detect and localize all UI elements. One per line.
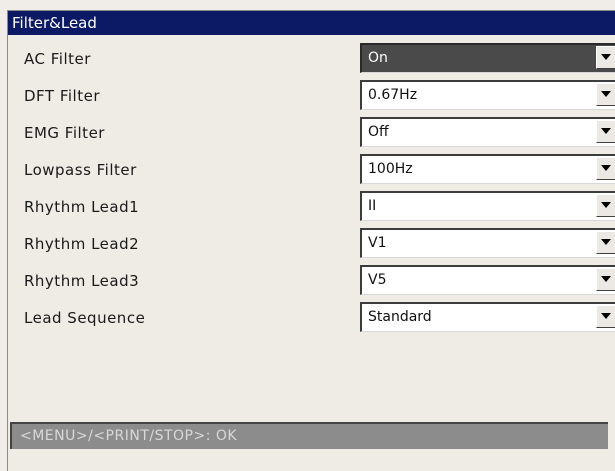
- select-value: II: [368, 198, 377, 214]
- select-value: Standard: [368, 309, 432, 325]
- select-value: V5: [368, 272, 387, 288]
- rhythm-lead1-select[interactable]: II: [360, 191, 615, 221]
- status-text: <MENU>/<PRINT/STOP>: OK: [20, 428, 238, 444]
- setting-label: Rhythm Lead1: [24, 198, 140, 216]
- triangle-down-icon: [601, 276, 611, 282]
- rhythm-lead2-select[interactable]: V1: [360, 228, 615, 258]
- setting-label: Lead Sequence: [24, 309, 146, 327]
- triangle-down-icon: [601, 128, 611, 134]
- setting-row-lowpass-filter: Lowpass Filter 100Hz: [8, 151, 615, 188]
- setting-row-lead-sequence: Lead Sequence Standard: [8, 299, 615, 336]
- setting-row-dft-filter: DFT Filter 0.67Hz: [8, 77, 615, 114]
- select-value: On: [368, 50, 388, 66]
- triangle-down-icon: [601, 239, 611, 245]
- select-value: Off: [368, 124, 389, 140]
- setting-row-emg-filter: EMG Filter Off: [8, 114, 615, 151]
- select-value: 0.67Hz: [368, 87, 418, 103]
- window-title: Filter&Lead: [8, 11, 615, 35]
- select-value: V1: [368, 235, 387, 251]
- triangle-down-icon: [601, 165, 611, 171]
- triangle-down-icon: [601, 54, 611, 60]
- status-bar: <MENU>/<PRINT/STOP>: OK: [10, 422, 608, 449]
- lead-sequence-select[interactable]: Standard: [360, 302, 615, 332]
- dropdown-button[interactable]: [596, 83, 615, 106]
- setting-label: AC Filter: [24, 50, 91, 68]
- setting-row-ac-filter: AC Filter On: [8, 40, 615, 77]
- lowpass-filter-select[interactable]: 100Hz: [360, 154, 615, 184]
- filter-lead-window: Filter&Lead AC Filter On DFT Filter 0.67…: [7, 10, 615, 471]
- setting-label: Lowpass Filter: [24, 161, 137, 179]
- setting-label: DFT Filter: [24, 87, 100, 105]
- rhythm-lead3-select[interactable]: V5: [360, 265, 615, 295]
- triangle-down-icon: [601, 202, 611, 208]
- dropdown-button[interactable]: [596, 231, 615, 254]
- ac-filter-select[interactable]: On: [360, 43, 615, 73]
- setting-label: Rhythm Lead2: [24, 235, 140, 253]
- dropdown-button[interactable]: [596, 46, 615, 69]
- select-value: 100Hz: [368, 161, 413, 177]
- dropdown-button[interactable]: [596, 120, 615, 143]
- setting-label: EMG Filter: [24, 124, 105, 142]
- dft-filter-select[interactable]: 0.67Hz: [360, 80, 615, 110]
- triangle-down-icon: [601, 91, 611, 97]
- setting-label: Rhythm Lead3: [24, 272, 140, 290]
- setting-row-rhythm-lead1: Rhythm Lead1 II: [8, 188, 615, 225]
- setting-row-rhythm-lead2: Rhythm Lead2 V1: [8, 225, 615, 262]
- setting-row-rhythm-lead3: Rhythm Lead3 V5: [8, 262, 615, 299]
- dropdown-button[interactable]: [596, 194, 615, 217]
- dropdown-button[interactable]: [596, 157, 615, 180]
- emg-filter-select[interactable]: Off: [360, 117, 615, 147]
- triangle-down-icon: [601, 313, 611, 319]
- dropdown-button[interactable]: [596, 305, 615, 328]
- dropdown-button[interactable]: [596, 268, 615, 291]
